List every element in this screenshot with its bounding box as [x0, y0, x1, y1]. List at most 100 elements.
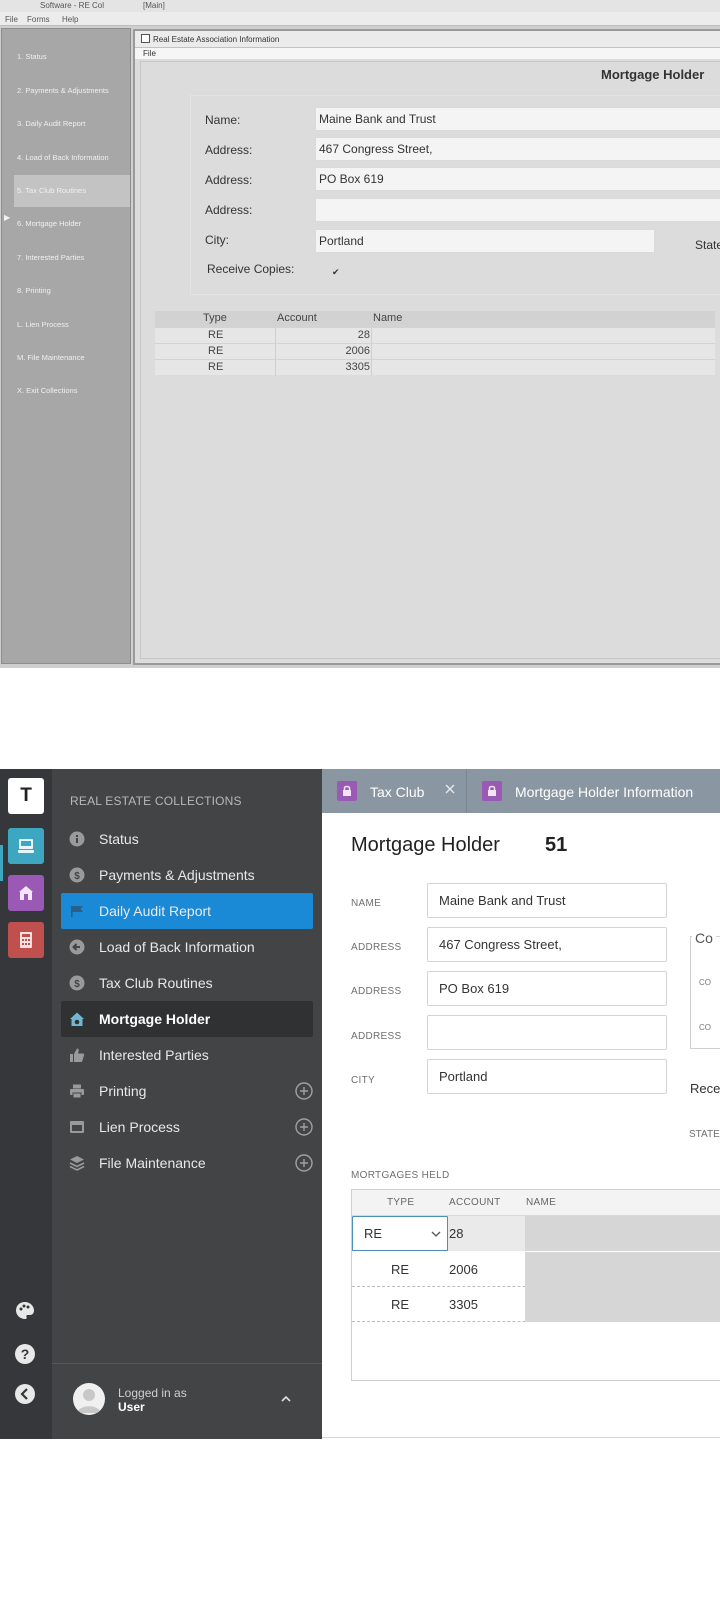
- nav-label: Status: [99, 831, 139, 847]
- tab-tax-club[interactable]: Tax Club: [322, 769, 466, 813]
- receive-copies-label: Rece: [690, 1081, 720, 1096]
- nav-item-load-back-info[interactable]: Load of Back Information: [61, 929, 313, 965]
- avatar[interactable]: [73, 1383, 105, 1415]
- rail-collections-button[interactable]: [8, 828, 44, 864]
- legacy-address3-field[interactable]: [315, 198, 720, 222]
- expand-plus-icon[interactable]: [295, 1082, 313, 1100]
- type-cell: RE: [208, 345, 224, 357]
- nav-item-file-maintenance[interactable]: File Maintenance: [61, 1145, 313, 1181]
- legacy-name-field[interactable]: Maine Bank and Trust: [315, 107, 720, 131]
- table-row[interactable]: RE 3305: [352, 1287, 720, 1322]
- legacy-name-label: Name:: [205, 113, 241, 127]
- legacy-menu-forms[interactable]: Forms: [27, 15, 50, 24]
- main-content: Mortgage Holder 51 NAME Maine Bank and T…: [322, 813, 720, 1439]
- tab-bar: Tax Club Mortgage Holder Information: [322, 769, 720, 813]
- table-row[interactable]: RE 28: [155, 327, 715, 344]
- palette-icon[interactable]: [14, 1300, 36, 1322]
- legacy-accounts-grid: Type Account Name RE 28 RE 2006 RE 3305: [155, 311, 715, 377]
- state-label: STATE: [689, 1129, 720, 1140]
- legacy-menu-file[interactable]: File: [5, 15, 18, 24]
- address3-label: ADDRESS: [351, 1031, 402, 1042]
- nav-label: Lien Process: [99, 1119, 180, 1135]
- nav-divider: [52, 1363, 322, 1364]
- legacy-nav-payments[interactable]: 2. Payments & Adjustments: [14, 75, 130, 107]
- svg-text:?: ?: [21, 1346, 30, 1362]
- table-row[interactable]: RE 2006: [155, 343, 715, 360]
- nav-item-mortgage-holder[interactable]: Mortgage Holder: [61, 1001, 313, 1037]
- nav-panel: REAL ESTATE COLLECTIONS Status $ Payment…: [52, 769, 322, 1439]
- thumbs-up-icon: [70, 1048, 85, 1062]
- legacy-grid-header: Type Account Name: [155, 311, 715, 327]
- legacy-address2-field[interactable]: PO Box 619: [315, 167, 720, 191]
- legacy-nav-mortgage-holder[interactable]: 6. Mortgage Holder: [14, 208, 130, 240]
- legacy-address1-field[interactable]: 467 Congress Street,: [315, 137, 720, 161]
- flag-icon: [71, 906, 83, 917]
- holder-number: 51: [545, 834, 568, 856]
- legacy-city-field[interactable]: Portland: [315, 229, 655, 253]
- tab-mortgage-holder-information[interactable]: Mortgage Holder Information: [467, 769, 720, 813]
- table-row[interactable]: RE 28: [352, 1216, 720, 1251]
- legacy-menubar: File Forms Help: [0, 12, 720, 26]
- rail-real-estate-button[interactable]: [8, 875, 44, 911]
- nav-item-daily-audit[interactable]: Daily Audit Report: [61, 893, 313, 929]
- address1-field[interactable]: 467 Congress Street,: [427, 927, 667, 962]
- layers-icon: [69, 1156, 85, 1171]
- legacy-nav-tax-club[interactable]: 5. Tax Club Routines: [14, 175, 130, 207]
- chevron-up-icon[interactable]: [280, 1394, 292, 1404]
- nav-label: Daily Audit Report: [99, 903, 212, 919]
- legacy-nav-status[interactable]: 1. Status: [14, 41, 130, 73]
- help-icon[interactable]: ?: [14, 1343, 36, 1365]
- legacy-window-titlebar: Real Estate Association Information: [135, 31, 720, 48]
- type-cell: RE: [391, 1297, 410, 1312]
- expand-plus-icon[interactable]: [295, 1118, 313, 1136]
- legacy-nav-lien-process[interactable]: L. Lien Process: [14, 309, 130, 341]
- nav-label: Mortgage Holder: [99, 1011, 211, 1027]
- account-cell: 28: [357, 329, 370, 341]
- col-account: ACCOUNT: [449, 1197, 501, 1208]
- legacy-address2-label: Address:: [205, 173, 253, 187]
- legacy-window-menu-file[interactable]: File: [135, 48, 720, 59]
- nav-item-lien-process[interactable]: Lien Process: [61, 1109, 313, 1145]
- collapse-icon[interactable]: [14, 1383, 36, 1405]
- name-cell: [525, 1216, 720, 1251]
- table-row[interactable]: RE 3305: [155, 359, 715, 376]
- content-bottom-border: [322, 1437, 720, 1438]
- legacy-nav-printing[interactable]: 8. Printing: [14, 275, 130, 307]
- legacy-nav-file-maintenance[interactable]: M. File Maintenance: [14, 342, 130, 374]
- legacy-address3-label: Address:: [205, 203, 253, 217]
- address3-field[interactable]: [427, 1015, 667, 1050]
- rail-calculator-button[interactable]: [8, 922, 44, 958]
- legacy-col-account: Account: [277, 312, 317, 324]
- col-name: NAME: [526, 1197, 557, 1208]
- legacy-nav-daily-audit[interactable]: 3. Daily Audit Report: [14, 108, 130, 140]
- nav-item-status[interactable]: Status: [61, 821, 313, 857]
- expand-plus-icon[interactable]: [295, 1154, 313, 1172]
- app-rail: T ?: [0, 769, 52, 1439]
- address2-field[interactable]: PO Box 619: [427, 971, 667, 1006]
- name-label: NAME: [351, 898, 382, 909]
- city-field[interactable]: Portland: [427, 1059, 667, 1094]
- account-cell: 3305: [345, 361, 370, 373]
- type-dropdown[interactable]: RE: [352, 1216, 448, 1251]
- copies-group-legend: Co: [692, 930, 716, 946]
- window-icon: [141, 34, 150, 43]
- nav-item-printing[interactable]: Printing: [61, 1073, 313, 1109]
- legacy-menu-help[interactable]: Help: [62, 15, 78, 24]
- table-row[interactable]: RE 2006: [352, 1252, 720, 1287]
- logged-in-user: User: [118, 1400, 145, 1414]
- close-icon[interactable]: [444, 783, 456, 795]
- legacy-receive-copies-checkbox[interactable]: ✔: [332, 267, 340, 278]
- nav-item-interested-parties[interactable]: Interested Parties: [61, 1037, 313, 1073]
- app-logo[interactable]: T: [8, 778, 44, 814]
- nav-item-tax-club[interactable]: $ Tax Club Routines: [61, 965, 313, 1001]
- type-cell: RE: [208, 329, 224, 341]
- mortgages-table: TYPE ACCOUNT NAME RE 28 RE 2006 RE 3305: [351, 1189, 720, 1381]
- legacy-nav-exit[interactable]: X. Exit Collections: [14, 375, 130, 407]
- legacy-nav-interested-parties[interactable]: 7. Interested Parties: [14, 242, 130, 274]
- name-field[interactable]: Maine Bank and Trust: [427, 883, 667, 918]
- nav-label: File Maintenance: [99, 1155, 206, 1171]
- legacy-nav-load-back-info[interactable]: 4. Load of Back Information: [14, 142, 130, 174]
- legacy-app-title: Software - RE Col: [40, 1, 105, 10]
- printer-icon: [70, 1084, 84, 1099]
- nav-item-payments[interactable]: $ Payments & Adjustments: [61, 857, 313, 893]
